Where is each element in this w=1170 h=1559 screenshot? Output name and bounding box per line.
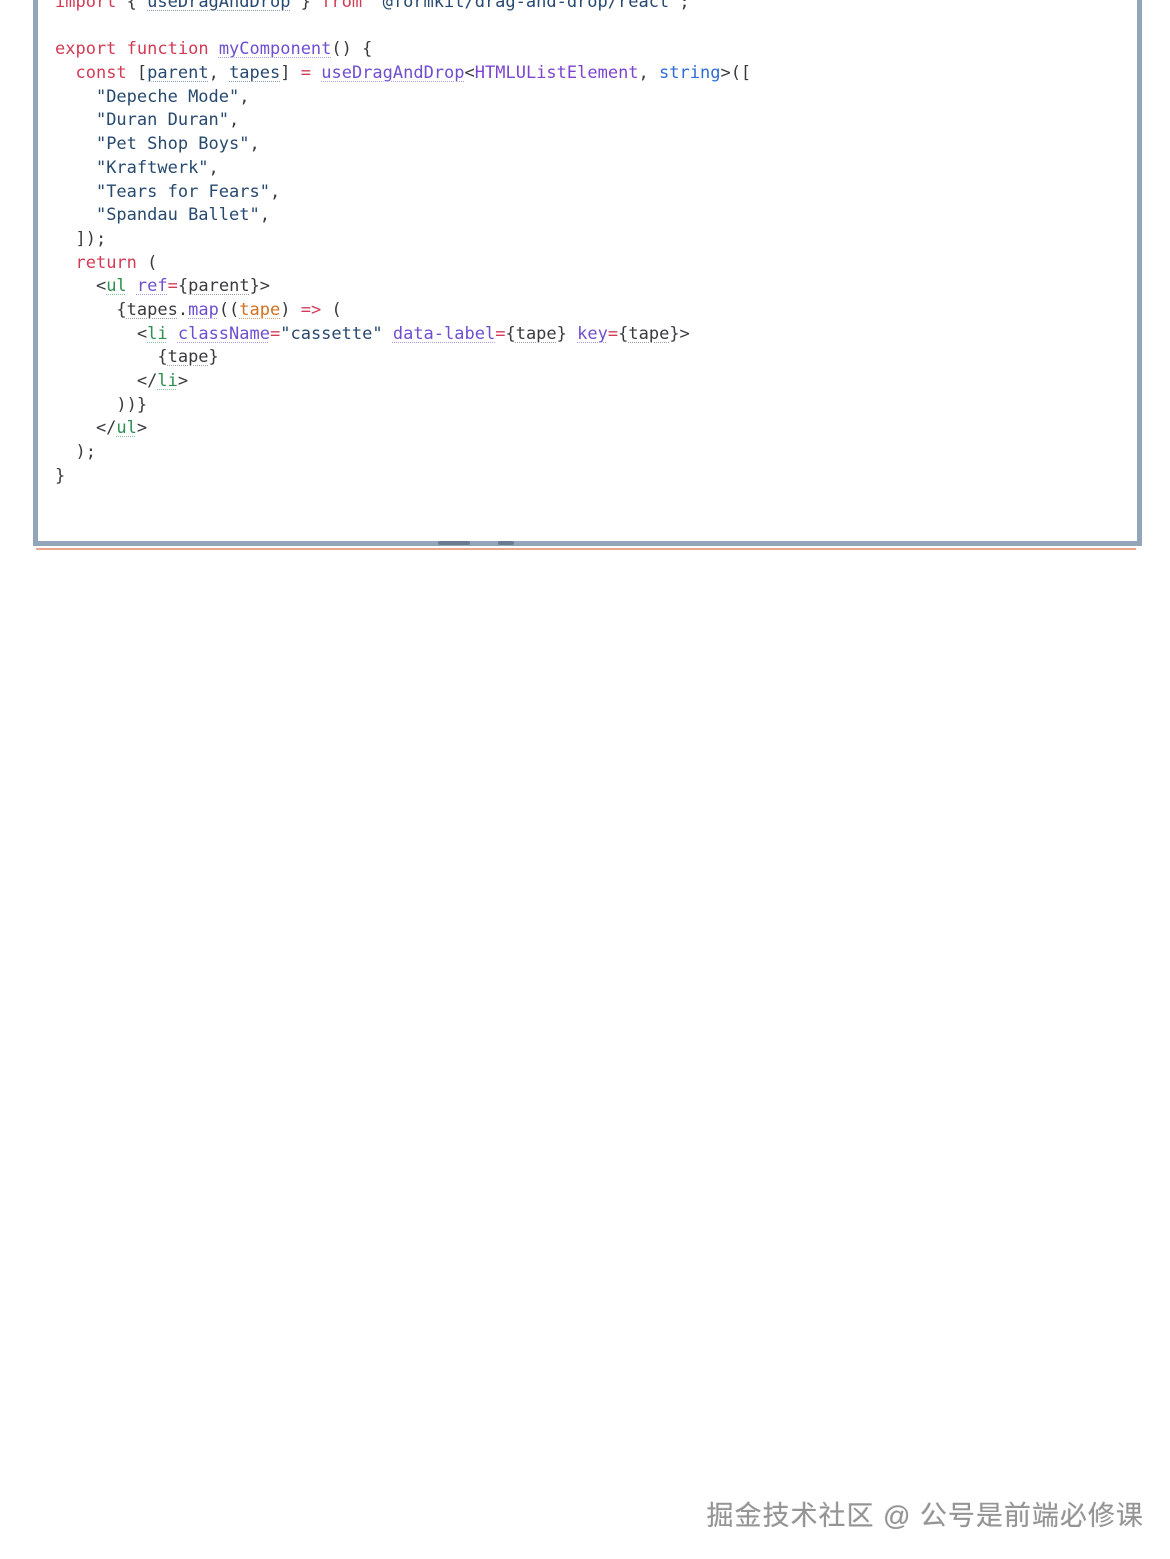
watermark-text: 掘金技术社区 @ 公号是前端必修课 (707, 1494, 1144, 1533)
code-line: {tapes.map((tape) => ( (55, 299, 1137, 323)
code-line: </ul> (55, 417, 1137, 441)
code-line: ))} (55, 394, 1137, 418)
code-line: {tape} (55, 346, 1137, 370)
code-line: </li> (55, 370, 1137, 394)
cut-off-next-content-divider (36, 548, 1136, 550)
code-line: "Depeche Mode", (55, 86, 1137, 110)
code-line: import { useDragAndDrop } from "@formkit… (55, 0, 1137, 15)
code-line: <li className="cassette" data-label={tap… (55, 323, 1137, 347)
code-line: const [parent, tapes] = useDragAndDrop<H… (55, 62, 1137, 86)
code-line: <ul ref={parent}> (55, 275, 1137, 299)
code-line (55, 15, 1137, 39)
code-line: } (55, 465, 1137, 489)
code-line: "Kraftwerk", (55, 157, 1137, 181)
code-snippet-box: import { useDragAndDrop } from "@formkit… (33, 0, 1142, 546)
code-line: "Pet Shop Boys", (55, 133, 1137, 157)
code-line: ); (55, 441, 1137, 465)
code-line: "Duran Duran", (55, 109, 1137, 133)
code-line: ]); (55, 228, 1137, 252)
code-snippet: import { useDragAndDrop } from "@formkit… (38, 0, 1137, 488)
code-line: return ( (55, 252, 1137, 276)
cut-off-content-smudge (498, 541, 514, 545)
code-line: "Tears for Fears", (55, 181, 1137, 205)
cut-off-content-smudge (438, 541, 470, 545)
code-line: export function myComponent() { (55, 38, 1137, 62)
code-line: "Spandau Ballet", (55, 204, 1137, 228)
